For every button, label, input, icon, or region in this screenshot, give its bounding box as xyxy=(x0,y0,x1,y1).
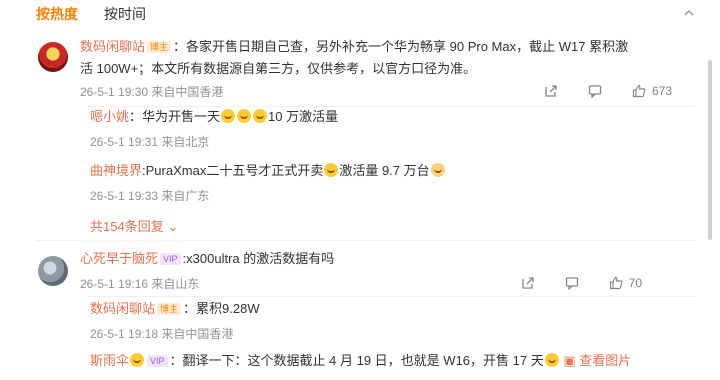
like-icon xyxy=(632,84,646,98)
reply-text: 曲神境界:PuraXmax二十五号才正式开卖 激活量 9.7 万台 xyxy=(90,160,446,182)
reply-username[interactable]: 数码闲聊站 xyxy=(90,301,155,316)
author-badge: 博主 xyxy=(157,303,182,315)
emoji-icon xyxy=(544,353,559,367)
emoji-icon xyxy=(324,163,339,177)
comment-icon[interactable] xyxy=(565,276,579,290)
like-count: 70 xyxy=(628,276,642,290)
reply-meta: 26-5-1 19:31 来自北京 xyxy=(90,135,210,149)
reply-meta: 26-5-1 19:18 来自中国香港 xyxy=(90,327,234,341)
reply-username[interactable]: 斯雨伞 xyxy=(90,353,129,368)
comment-username[interactable]: 心死早于脑死 xyxy=(80,251,158,266)
vip-badge: VIP xyxy=(147,355,168,367)
comment-actions: 70 xyxy=(521,276,642,290)
scrollbar[interactable] xyxy=(708,60,712,240)
chevron-down-icon: ⌄ xyxy=(167,219,179,234)
emoji-icon xyxy=(221,109,236,123)
emoji-icon xyxy=(130,353,145,367)
reply-username[interactable]: 嗯小姚 xyxy=(90,109,129,124)
comment-meta: 26-5-1 19:16 来自山东 xyxy=(80,277,200,291)
reply-text: 数码闲聊站 博主 ：累积9.28W xyxy=(90,301,260,316)
see-image-link[interactable]: ▣ 查看图片 xyxy=(563,353,631,368)
comment-icon[interactable] xyxy=(588,84,602,98)
collapse-icon[interactable] xyxy=(684,8,694,18)
comment-meta: 26-5-1 19:30 来自中国香港 xyxy=(80,84,223,100)
share-icon[interactable] xyxy=(544,84,558,98)
share-icon[interactable] xyxy=(521,276,535,290)
sort-tabs: 按热度 按时间 xyxy=(36,4,146,24)
emoji-icon xyxy=(430,163,445,177)
like-button[interactable]: 673 xyxy=(632,84,672,98)
comment-username[interactable]: 数码闲聊站 xyxy=(80,39,145,54)
reply-meta: 26-5-1 19:33 来自广东 xyxy=(90,189,210,203)
comment-text-line2: 活 100W+；本文所有数据源自第三方，仅供参考，以官方口径为准。 xyxy=(80,61,477,76)
divider xyxy=(88,296,694,297)
reply-username[interactable]: 曲神境界 xyxy=(90,163,142,178)
comment-time: 26-5-1 19:30 xyxy=(80,85,149,99)
comment-body: 数码闲聊站 博主 ：各家开售日期自己查，另外补充一个华为畅享 90 Pro Max，… xyxy=(80,36,680,80)
emoji-icon xyxy=(253,109,268,123)
comment-actions: 673 xyxy=(544,84,672,98)
emoji-icon xyxy=(237,109,252,123)
comment-location: 来自中国香港 xyxy=(151,85,224,99)
comment-body: 心死早于脑死 VIP:x300ultra 的激活数据有吗 xyxy=(80,248,334,270)
like-button[interactable]: 70 xyxy=(609,276,642,290)
reply-text: 斯雨伞 VIP ：翻译一下：这个数据截止 4 月 19 日，也就是 W16，开售 1… xyxy=(90,353,632,368)
like-count: 673 xyxy=(651,84,672,98)
author-badge: 博主 xyxy=(147,41,172,53)
divider xyxy=(36,240,694,241)
tab-by-heat[interactable]: 按热度 xyxy=(36,4,78,24)
more-replies-link[interactable]: 共154条回复 ⌄ xyxy=(90,216,178,235)
comment-text-line1: ：各家开售日期自己查，另外补充一个华为畅享 90 Pro Max，截止 W17 … xyxy=(173,39,629,54)
vip-badge: VIP xyxy=(160,253,181,265)
avatar[interactable] xyxy=(38,256,68,286)
like-icon xyxy=(609,276,623,290)
tab-by-time[interactable]: 按时间 xyxy=(104,4,146,24)
comment-text: :x300ultra 的激活数据有吗 xyxy=(182,251,335,266)
avatar[interactable] xyxy=(38,42,68,72)
reply-text: 嗯小姚：华为开售一天 10 万激活量 xyxy=(90,109,339,124)
image-icon: ▣ xyxy=(563,353,576,368)
